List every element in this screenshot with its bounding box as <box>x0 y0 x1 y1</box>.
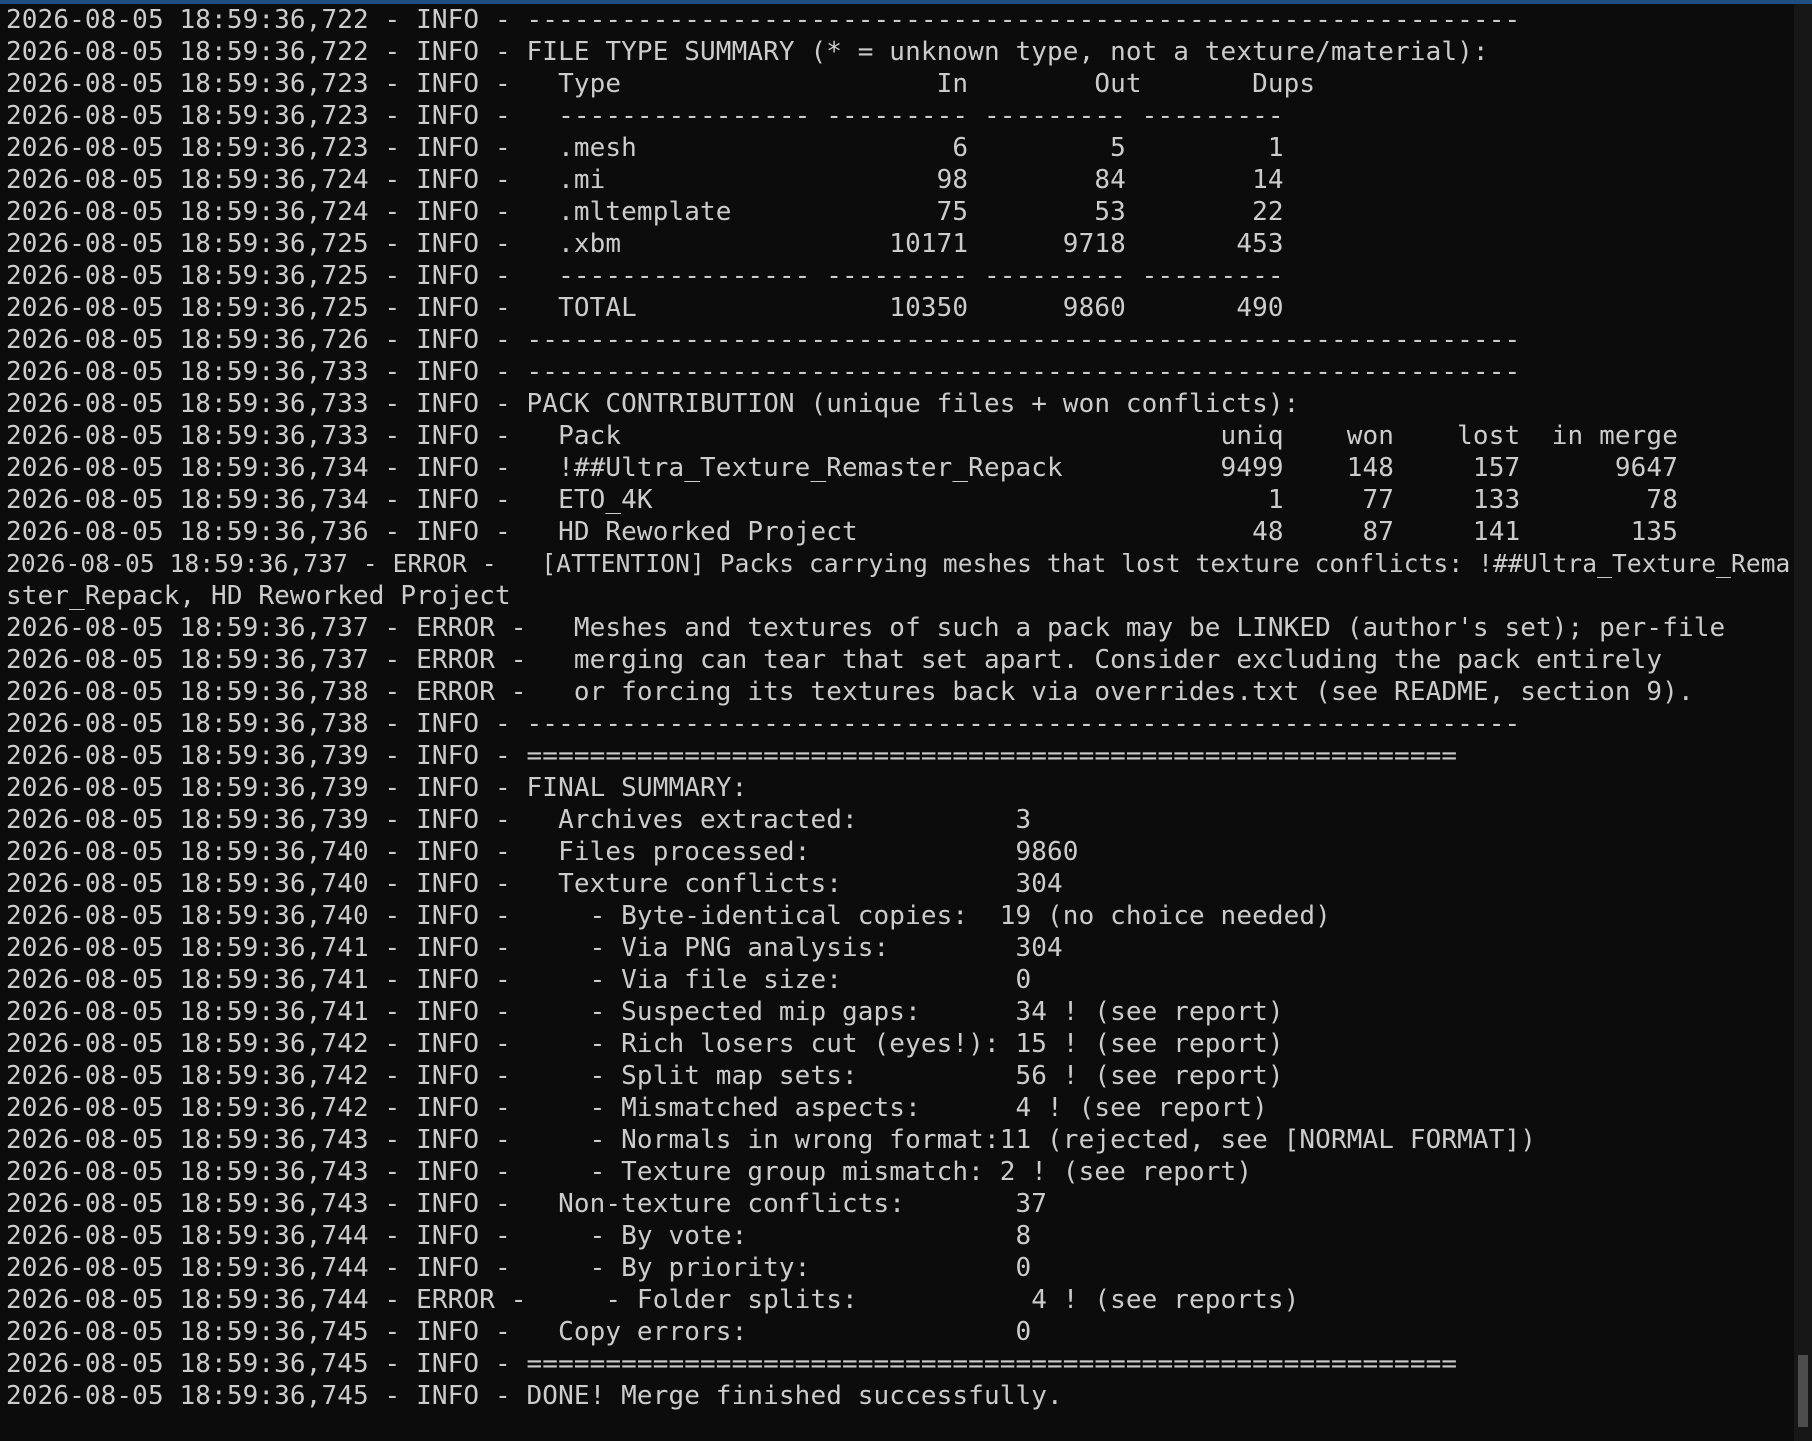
log-line: 2026-08-05 18:59:36,724 - INFO - .mi 98 … <box>6 165 1284 195</box>
log-line: 2026-08-05 18:59:36,745 - INFO - Copy er… <box>6 1317 1032 1347</box>
log-line: 2026-08-05 18:59:36,737 - ERROR - [ATTEN… <box>6 549 1791 578</box>
log-line: 2026-08-05 18:59:36,741 - INFO - - Via P… <box>6 933 1063 963</box>
log-line: 2026-08-05 18:59:36,736 - INFO - HD Rewo… <box>6 517 1678 547</box>
log-line: 2026-08-05 18:59:36,737 - ERROR - mergin… <box>6 645 1663 675</box>
log-line: 2026-08-05 18:59:36,742 - INFO - - Rich … <box>6 1029 1284 1059</box>
log-line: 2026-08-05 18:59:36,744 - INFO - - By pr… <box>6 1253 1032 1283</box>
log-line: 2026-08-05 18:59:36,740 - INFO - Texture… <box>6 869 1063 899</box>
log-line: 2026-08-05 18:59:36,739 - INFO - FINAL S… <box>6 773 748 803</box>
log-line: 2026-08-05 18:59:36,741 - INFO - - Suspe… <box>6 997 1284 1027</box>
log-line: 2026-08-05 18:59:36,723 - INFO - Type In… <box>6 69 1316 99</box>
log-line: 2026-08-05 18:59:36,743 - INFO - - Textu… <box>6 1157 1253 1187</box>
log-line: ster_Repack, HD Reworked Project <box>6 581 511 611</box>
log-line: 2026-08-05 18:59:36,725 - INFO - .xbm 10… <box>6 229 1284 259</box>
log-line: 2026-08-05 18:59:36,734 - INFO - !##Ultr… <box>6 453 1678 483</box>
log-line: 2026-08-05 18:59:36,734 - INFO - ETO_4K … <box>6 485 1678 515</box>
log-line: 2026-08-05 18:59:36,738 - INFO - -------… <box>6 709 1521 739</box>
log-line: 2026-08-05 18:59:36,744 - ERROR - - Fold… <box>6 1285 1300 1315</box>
log-line: 2026-08-05 18:59:36,723 - INFO - .mesh 6… <box>6 133 1284 163</box>
log-line: 2026-08-05 18:59:36,733 - INFO - -------… <box>6 357 1521 387</box>
log-line: 2026-08-05 18:59:36,743 - INFO - - Norma… <box>6 1125 1537 1155</box>
log-line: 2026-08-05 18:59:36,740 - INFO - Files p… <box>6 837 1079 867</box>
log-line: 2026-08-05 18:59:36,739 - INFO - Archive… <box>6 805 1032 835</box>
log-line: 2026-08-05 18:59:36,723 - INFO - -------… <box>6 101 1284 131</box>
log-line: 2026-08-05 18:59:36,744 - INFO - - By vo… <box>6 1221 1032 1251</box>
vertical-scrollbar[interactable] <box>1794 4 1812 1441</box>
log-line: 2026-08-05 18:59:36,745 - INFO - DONE! M… <box>6 1381 1063 1411</box>
console-output[interactable]: 2026-08-05 18:59:36,722 - INFO - -------… <box>6 4 1796 1441</box>
log-line: 2026-08-05 18:59:36,738 - ERROR - or for… <box>6 677 1694 707</box>
log-line: 2026-08-05 18:59:36,740 - INFO - - Byte-… <box>6 901 1331 931</box>
log-line: 2026-08-05 18:59:36,742 - INFO - - Split… <box>6 1061 1284 1091</box>
scrollbar-thumb[interactable] <box>1798 1355 1808 1428</box>
log-line: 2026-08-05 18:59:36,733 - INFO - PACK CO… <box>6 389 1300 419</box>
log-line: 2026-08-05 18:59:36,724 - INFO - .mltemp… <box>6 197 1284 227</box>
log-line: 2026-08-05 18:59:36,743 - INFO - Non-tex… <box>6 1189 1048 1219</box>
log-line: 2026-08-05 18:59:36,725 - INFO - TOTAL 1… <box>6 293 1284 323</box>
log-line: 2026-08-05 18:59:36,733 - INFO - Pack un… <box>6 421 1678 451</box>
log-line: 2026-08-05 18:59:36,737 - ERROR - Meshes… <box>6 613 1726 643</box>
log-line: 2026-08-05 18:59:36,726 - INFO - -------… <box>6 325 1521 355</box>
log-line: 2026-08-05 18:59:36,745 - INFO - =======… <box>6 1349 1458 1379</box>
log-line: 2026-08-05 18:59:36,722 - INFO - -------… <box>6 5 1521 35</box>
log-line: 2026-08-05 18:59:36,739 - INFO - =======… <box>6 741 1458 771</box>
log-line: 2026-08-05 18:59:36,725 - INFO - -------… <box>6 261 1284 291</box>
log-line: 2026-08-05 18:59:36,741 - INFO - - Via f… <box>6 965 1032 995</box>
log-line: 2026-08-05 18:59:36,722 - INFO - FILE TY… <box>6 37 1489 67</box>
log-line: 2026-08-05 18:59:36,742 - INFO - - Misma… <box>6 1093 1268 1123</box>
